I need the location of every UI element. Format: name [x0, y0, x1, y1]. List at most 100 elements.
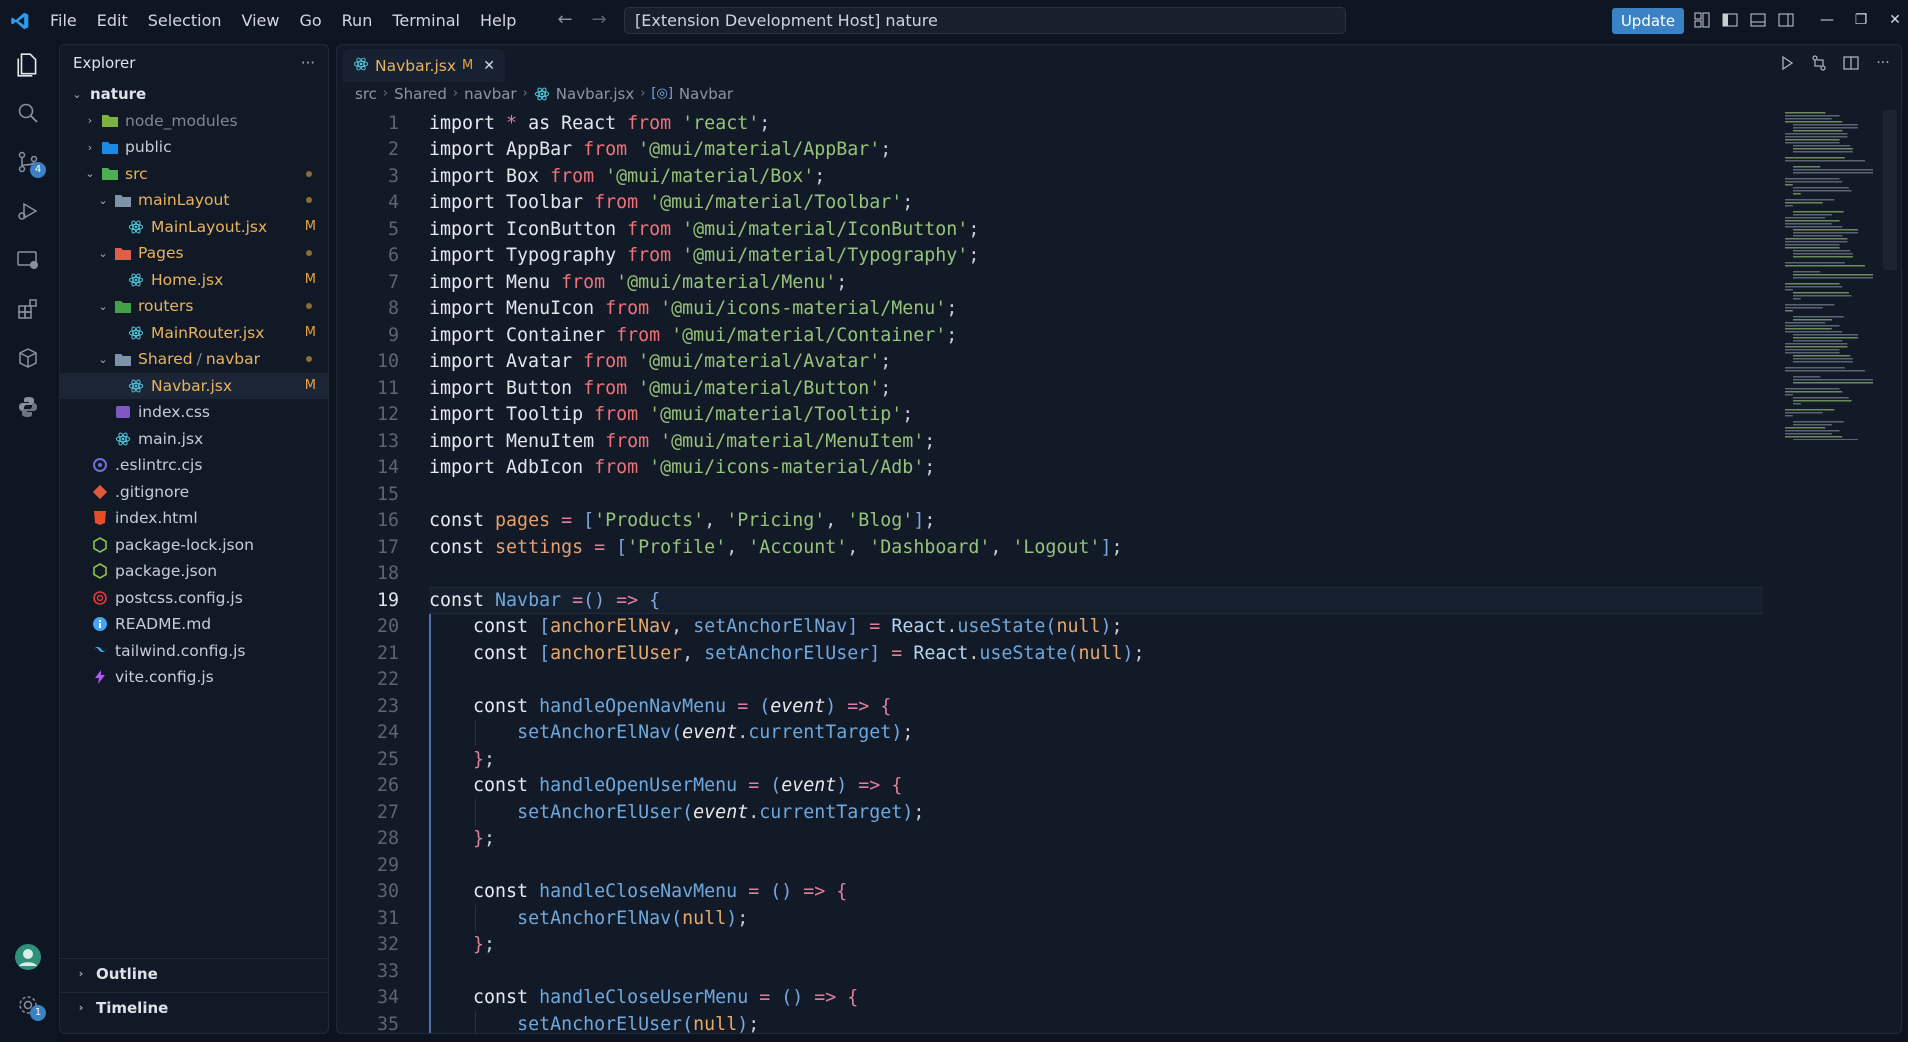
account-avatar[interactable]	[12, 941, 44, 973]
menu-selection[interactable]: Selection	[138, 6, 232, 36]
search-icon[interactable]	[12, 97, 44, 129]
tree-file[interactable]: index.html	[60, 505, 328, 532]
tree-item-label: tailwind.config.js	[115, 641, 246, 660]
compact-folder-separator: /	[196, 350, 202, 369]
tree-item-label: package-lock.json	[115, 535, 254, 554]
window-controls: — ❐ ✕	[1814, 8, 1908, 32]
python-icon[interactable]	[12, 391, 44, 423]
tree-file[interactable]: Home.jsx M	[60, 267, 328, 294]
containers-icon[interactable]	[12, 342, 44, 374]
chevron-down-icon: ⌄	[98, 246, 108, 260]
manage-gear-icon[interactable]: 1	[12, 989, 46, 1021]
tab-git-status: M	[462, 58, 474, 73]
tree-file[interactable]: .gitignore	[60, 479, 328, 506]
run-debug-icon[interactable]	[12, 195, 44, 227]
breadcrumb-item[interactable]: Shared	[394, 85, 447, 103]
menu-view[interactable]: View	[232, 6, 290, 36]
tree-file[interactable]: postcss.config.js	[60, 585, 328, 612]
chevron-right-icon: ›	[87, 114, 93, 128]
toggle-primary-sidebar-icon[interactable]	[1720, 10, 1740, 30]
tree-item-label: index.css	[138, 403, 211, 422]
tree-file[interactable]: vite.config.js	[60, 664, 328, 691]
timeline-section[interactable]: › Timeline	[60, 992, 328, 1022]
minimap-line	[1793, 166, 1821, 168]
breadcrumb-item[interactable]: Navbar.jsx	[556, 85, 634, 103]
breadcrumb-item[interactable]: src	[355, 85, 377, 103]
tree-folder[interactable]: ⌄ mainLayout	[60, 187, 328, 214]
minimap[interactable]	[1781, 110, 1881, 441]
toggle-panel-icon[interactable]	[1748, 10, 1768, 30]
minimap-line	[1793, 250, 1851, 252]
minimap-line	[1793, 190, 1852, 192]
minimap-line	[1785, 352, 1840, 354]
tree-folder[interactable]: › node_modules	[60, 108, 328, 135]
split-editor-icon[interactable]	[1841, 53, 1861, 73]
toggle-secondary-sidebar-icon[interactable]	[1776, 10, 1796, 30]
tree-folder[interactable]: ⌄ Shared / navbar	[60, 346, 328, 373]
chevron-down-icon: ⌄	[98, 299, 108, 313]
tree-folder[interactable]: ⌄ src	[60, 161, 328, 188]
tree-file[interactable]: tailwind.config.js	[60, 638, 328, 665]
explorer-icon[interactable]	[12, 49, 44, 81]
menu-help[interactable]: Help	[470, 6, 526, 36]
close-icon[interactable]: ✕	[483, 58, 495, 74]
close-window-icon[interactable]: ✕	[1882, 8, 1908, 32]
menu-edit[interactable]: Edit	[87, 6, 138, 36]
tree-folder[interactable]: ⌄ Pages	[60, 240, 328, 267]
extensions-icon[interactable]	[12, 293, 44, 325]
vite-icon	[91, 669, 109, 685]
tree-file[interactable]: index.css	[60, 399, 328, 426]
menu-terminal[interactable]: Terminal	[382, 6, 470, 36]
minimap-line	[1785, 115, 1840, 117]
command-center[interactable]: [Extension Development Host] nature	[624, 7, 1346, 34]
tree-file[interactable]: package-lock.json	[60, 532, 328, 559]
line-number: 35	[376, 1013, 399, 1034]
code-text: const Navbar =() => {	[429, 589, 661, 611]
tab-label: Navbar.jsx	[375, 56, 457, 75]
git-modified-badge: M	[304, 219, 316, 235]
tree-file[interactable]: MainLayout.jsx M	[60, 214, 328, 241]
open-changes-icon[interactable]	[1809, 53, 1829, 73]
indent-guide	[475, 905, 476, 932]
minimize-icon[interactable]: —	[1814, 8, 1840, 32]
more-actions-icon[interactable]: ···	[1873, 53, 1893, 73]
forward-arrow-icon[interactable]: →	[589, 9, 609, 30]
back-arrow-icon[interactable]: ←	[555, 9, 575, 30]
more-actions-icon[interactable]: ···	[301, 54, 315, 72]
run-icon[interactable]	[1777, 53, 1797, 73]
explorer-header: Explorer ···	[60, 45, 328, 81]
tree-file[interactable]: .eslintrc.cjs	[60, 452, 328, 479]
menu-file[interactable]: File	[40, 6, 87, 36]
tree-folder[interactable]: ⌄ routers	[60, 293, 328, 320]
timeline-label: Timeline	[96, 998, 169, 1017]
menu-run[interactable]: Run	[332, 6, 383, 36]
minimap-line	[1785, 118, 1832, 120]
outline-section[interactable]: › Outline	[60, 958, 328, 988]
code-editor[interactable]: 1 import * as React from 'react'; 2 import …	[337, 105, 1901, 1034]
tree-file[interactable]: MainRouter.jsx M	[60, 320, 328, 347]
tree-file[interactable]: Navbar.jsx M	[60, 372, 328, 399]
tree-file[interactable]: main.jsx	[60, 426, 328, 453]
breadcrumb-item[interactable]: Navbar	[679, 85, 733, 103]
remote-explorer-icon[interactable]	[12, 244, 44, 276]
customize-layout-icon[interactable]	[1692, 10, 1712, 30]
vertical-scrollbar[interactable]	[1883, 110, 1897, 270]
minimap-line	[1793, 316, 1844, 318]
code-line: 8 import MenuIcon from '@mui/icons-materi…	[337, 296, 957, 323]
minimap-line	[1785, 409, 1835, 411]
restore-icon[interactable]: ❐	[1848, 8, 1874, 32]
menu-go[interactable]: Go	[289, 6, 331, 36]
tab-navbar-jsx[interactable]: Navbar.jsx M ✕	[343, 49, 505, 82]
tree-file[interactable]: package.json	[60, 558, 328, 585]
line-number: 26	[376, 775, 399, 797]
tree-file[interactable]: README.md	[60, 611, 328, 638]
tree-item-label: Pages	[138, 244, 184, 263]
code-line: 3 import Box from '@mui/material/Box';	[337, 163, 825, 190]
update-button[interactable]: Update	[1612, 8, 1684, 34]
tree-root-nature[interactable]: ⌄ nature	[60, 81, 328, 108]
minimap-line	[1785, 136, 1848, 138]
source-control-icon[interactable]: 4	[12, 146, 46, 178]
code-text: };	[473, 828, 496, 850]
breadcrumb-item[interactable]: navbar	[464, 85, 516, 103]
tree-folder[interactable]: › public	[60, 134, 328, 161]
